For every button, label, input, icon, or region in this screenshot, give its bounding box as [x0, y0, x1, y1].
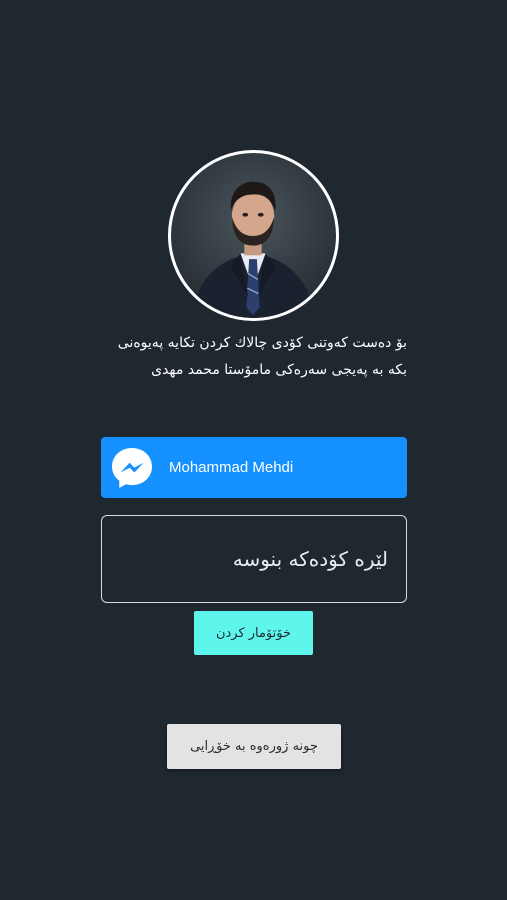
messenger-contact-button[interactable]: Mohammad Mehdi: [101, 437, 407, 498]
free-login-button[interactable]: چونە ژورەوە بە خۆڕایی: [167, 724, 341, 769]
messenger-icon: [112, 447, 152, 488]
register-button[interactable]: خۆتۆمار کردن: [194, 611, 313, 655]
profile-avatar: [168, 150, 339, 321]
activation-instructions: بۆ دەست کەوتنی کۆدی چالاك کردن تکایە پەی…: [117, 335, 407, 378]
screen: بۆ دەست کەوتنی کۆدی چالاك کردن تکایە پەی…: [0, 0, 507, 900]
messenger-contact-label: Mohammad Mehdi: [169, 459, 294, 476]
person-photo-icon: [190, 181, 316, 318]
activation-code-input[interactable]: [101, 515, 407, 603]
